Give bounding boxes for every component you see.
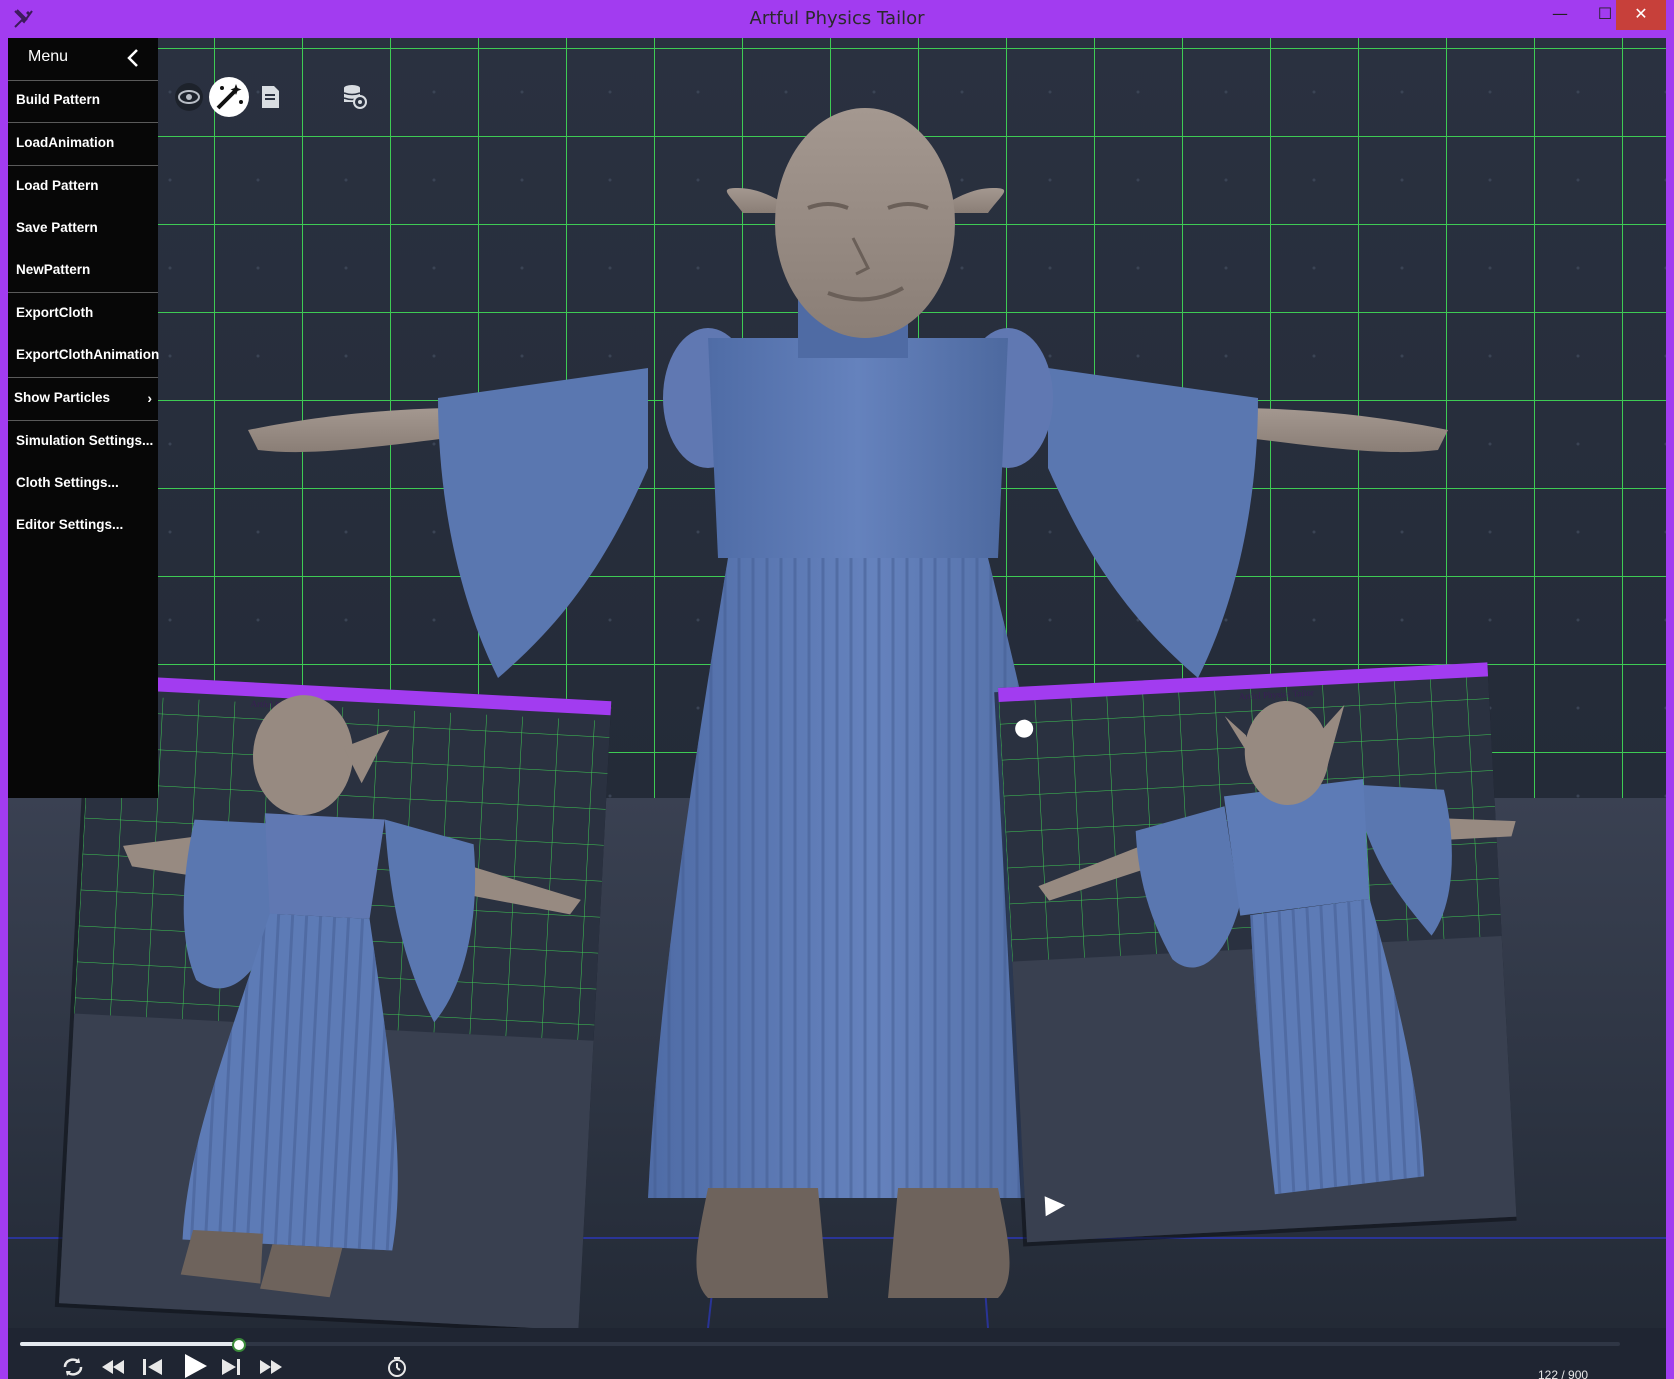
menu-title: Menu <box>28 48 69 65</box>
inset-screenshot-right: Artful Physics Tailor <box>994 662 1517 1247</box>
menu-item-label: ExportCloth <box>16 305 94 320</box>
loop-icon[interactable] <box>60 1356 86 1378</box>
menu-item-editor-settings[interactable]: Editor Settings... <box>8 505 158 545</box>
menu-item-label: ExportClothAnimation <box>16 347 160 362</box>
menu-item-show-particles[interactable]: Show Particles › <box>8 378 158 418</box>
play-icon[interactable] <box>180 1352 210 1379</box>
menu-item-label: NewPattern <box>16 262 91 277</box>
menu-item-label: Build Pattern <box>16 92 101 107</box>
menu-item-label: Load Pattern <box>16 178 99 193</box>
menu-item-cloth-settings[interactable]: Cloth Settings... <box>8 463 158 503</box>
skip-to-start-icon[interactable] <box>140 1356 166 1378</box>
menu-header: Menu <box>8 38 158 80</box>
menu-item-build-pattern[interactable]: Build Pattern <box>8 80 158 120</box>
menu-item-label: Show Particles <box>14 390 111 405</box>
rewind-icon[interactable] <box>100 1356 126 1378</box>
timer-icon[interactable] <box>384 1356 410 1378</box>
menu-item-new-pattern[interactable]: NewPattern <box>8 250 158 290</box>
frame-counter: 122 / 900 <box>1538 1368 1589 1379</box>
collapse-menu-icon[interactable] <box>122 46 146 70</box>
menu-item-load-pattern[interactable]: Load Pattern <box>8 166 158 206</box>
menu-item-label: Save Pattern <box>16 220 98 235</box>
side-menu: Menu Build Pattern LoadAnimation Load Pa… <box>8 38 160 798</box>
window-title: Artful Physics Tailor <box>749 8 925 29</box>
timeline-bar: 122 / 900 <box>8 1328 1666 1379</box>
fast-forward-icon[interactable] <box>258 1356 284 1378</box>
menu-item-save-pattern[interactable]: Save Pattern <box>8 208 158 248</box>
magic-wand-icon[interactable] <box>208 76 250 118</box>
menu-item-label: Simulation Settings... <box>16 433 154 448</box>
minimize-button[interactable]: — <box>1540 0 1580 30</box>
timeline-progress <box>20 1342 240 1346</box>
menu-item-load-animation[interactable]: LoadAnimation <box>8 123 158 163</box>
menu-item-label: Cloth Settings... <box>16 475 119 490</box>
menu-item-simulation-settings[interactable]: Simulation Settings... <box>8 421 158 461</box>
title-bar: Artful Physics Tailor — ☐ ✕ <box>0 0 1674 38</box>
timeline-handle[interactable] <box>232 1338 247 1352</box>
menu-item-export-cloth-animation[interactable]: ExportClothAnimation <box>8 335 160 375</box>
scene-viewport[interactable]: Artful Physics Tailor Artful Physics Tai… <box>8 38 1666 1379</box>
step-forward-icon[interactable] <box>218 1356 244 1378</box>
timeline-slider[interactable] <box>20 1338 1620 1352</box>
scene-render: Artful Physics Tailor Artful Physics Tai… <box>8 38 1666 1328</box>
database-settings-icon[interactable] <box>340 82 368 110</box>
document-icon[interactable] <box>256 83 284 111</box>
submenu-arrow-icon: › <box>147 390 152 406</box>
close-button[interactable]: ✕ <box>1616 0 1666 30</box>
menu-item-label: LoadAnimation <box>16 135 115 150</box>
menu-item-label: Editor Settings... <box>16 517 124 532</box>
menu-item-export-cloth[interactable]: ExportCloth <box>8 293 158 333</box>
eye-icon[interactable] <box>174 82 204 112</box>
